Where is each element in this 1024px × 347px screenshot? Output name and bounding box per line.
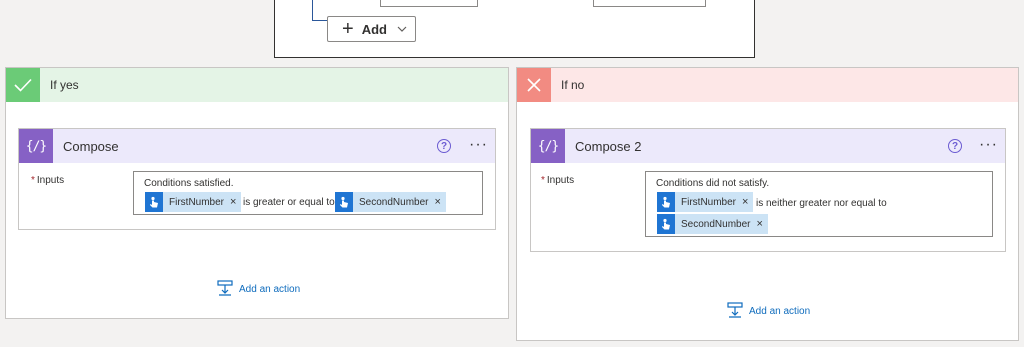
more-options-icon[interactable]: ··· (469, 137, 488, 153)
manual-trigger-icon (335, 192, 353, 212)
token-first-number[interactable]: FirstNumber × (145, 192, 242, 212)
compose-2-card: {∕} Compose 2 ? ··· * Inputs Conditions d… (530, 128, 1006, 252)
branch-connector (312, 0, 328, 21)
if-yes-header[interactable]: If yes (6, 68, 508, 102)
compose-2-header[interactable]: {∕} Compose 2 ? ··· (531, 129, 1005, 163)
manual-trigger-icon (657, 214, 675, 234)
token-label: SecondNumber (681, 218, 751, 230)
manual-trigger-icon (657, 192, 675, 212)
add-action-icon (217, 280, 233, 299)
inputs-middle-text: is greater or equal to (243, 197, 335, 208)
plus-icon: + (342, 18, 354, 40)
close-icon[interactable]: × (742, 196, 748, 208)
condition-card: + Add (274, 0, 755, 58)
add-action-button[interactable]: Add an action (217, 280, 300, 299)
compose-2-title: Compose 2 (575, 138, 642, 154)
token-first-number[interactable]: FirstNumber × (657, 192, 754, 212)
inputs-middle-text: is neither greater nor equal to (756, 198, 887, 209)
token-label: FirstNumber (681, 196, 737, 208)
token-label: FirstNumber (169, 196, 225, 208)
close-icon[interactable]: × (230, 196, 236, 208)
inputs-text-line: Conditions did not satisfy. (656, 178, 770, 189)
compose-icon: {∕} (19, 129, 53, 163)
compose-title: Compose (63, 138, 119, 154)
compose-header[interactable]: {∕} Compose ? ··· (19, 129, 495, 163)
compose-card: {∕} Compose ? ··· * Inputs Conditions sat… (18, 128, 496, 230)
chevron-down-icon (397, 23, 407, 35)
token-second-number[interactable]: SecondNumber × (657, 214, 768, 234)
help-icon[interactable]: ? (948, 139, 962, 153)
if-no-title: If no (561, 78, 585, 92)
add-action-label: Add an action (749, 306, 811, 317)
more-options-icon[interactable]: ··· (979, 137, 998, 153)
token-second-number[interactable]: SecondNumber × (335, 192, 446, 212)
add-button-label: Add (361, 21, 387, 37)
add-action-label: Add an action (239, 284, 301, 295)
close-icon[interactable]: × (756, 218, 762, 230)
token-label: SecondNumber (359, 196, 429, 208)
if-yes-title: If yes (50, 78, 79, 92)
if-no-branch: If no {∕} Compose 2 ? ··· * Inputs Condit… (516, 67, 1019, 341)
if-yes-branch: If yes {∕} Compose ? ··· * Inputs Conditi… (5, 67, 509, 319)
condition-right-field[interactable] (593, 0, 706, 7)
close-icon[interactable]: × (434, 196, 440, 208)
add-button[interactable]: + Add (327, 16, 416, 42)
check-icon (6, 68, 40, 102)
compose-icon: {∕} (531, 129, 565, 163)
manual-trigger-icon (145, 192, 163, 212)
inputs-field[interactable]: Conditions did not satisfy. FirstNumber … (645, 171, 993, 237)
add-action-icon (727, 302, 743, 321)
inputs-field[interactable]: Conditions satisfied. FirstNumber × is g… (133, 171, 483, 215)
close-icon (517, 68, 551, 102)
inputs-label: * Inputs (31, 175, 65, 186)
add-action-button[interactable]: Add an action (727, 302, 810, 321)
help-icon[interactable]: ? (437, 139, 451, 153)
inputs-text-line: Conditions satisfied. (144, 178, 234, 189)
condition-left-field[interactable] (380, 0, 478, 7)
inputs-label: * Inputs (541, 175, 575, 186)
if-no-header[interactable]: If no (517, 68, 1018, 102)
